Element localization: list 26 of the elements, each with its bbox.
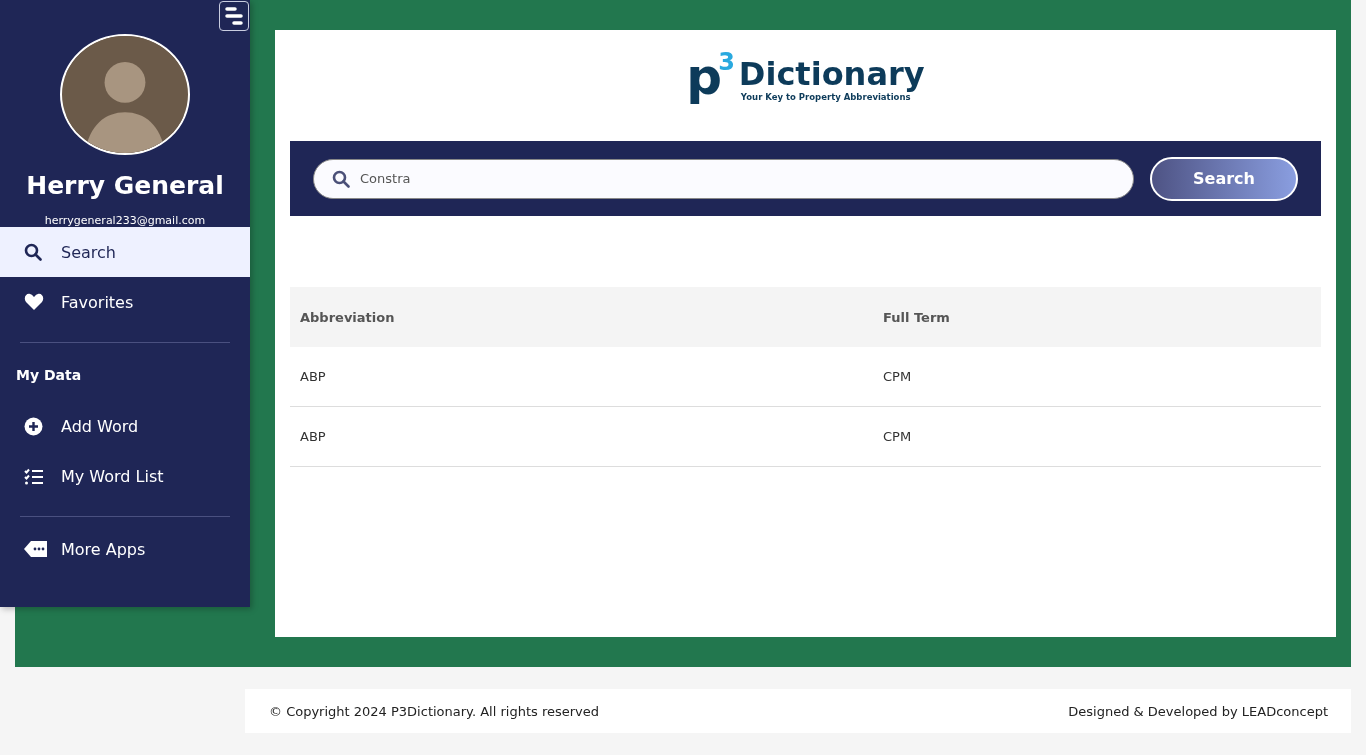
menu-icon bbox=[223, 5, 245, 27]
table-cell: CPM bbox=[873, 406, 1321, 467]
column-header: Full Term bbox=[873, 287, 1321, 347]
tag-icon bbox=[24, 540, 48, 558]
search-icon bbox=[332, 169, 350, 188]
sidebar-item[interactable]: Add Word bbox=[0, 401, 250, 451]
credit-text: Designed & Developed by LEADconcept bbox=[1068, 703, 1328, 719]
menu-toggle-button[interactable] bbox=[219, 1, 249, 31]
search-button[interactable]: Search bbox=[1150, 156, 1298, 201]
search-icon bbox=[24, 243, 42, 261]
user-email: herrygeneral233@gmail.com bbox=[44, 214, 206, 227]
copyright-text: © Copyright 2024 P3Dictionary. All rights reserved bbox=[269, 703, 599, 719]
heart-icon bbox=[24, 293, 44, 311]
sidebar-item[interactable]: Favorites bbox=[0, 277, 250, 327]
section-heading: My Data bbox=[15, 366, 83, 385]
sidebar-item[interactable]: Search bbox=[0, 227, 250, 277]
checklist-icon bbox=[24, 467, 44, 485]
sidebar-item[interactable]: More Apps bbox=[0, 524, 250, 574]
user-name: Herry General bbox=[26, 171, 224, 200]
plus-circle-icon bbox=[24, 416, 43, 436]
column-header: Abbreviation bbox=[290, 287, 873, 347]
sidebar-item[interactable]: My Word List bbox=[0, 451, 250, 501]
search-field[interactable]: Constra bbox=[313, 158, 1134, 199]
table-cell: ABP bbox=[290, 406, 873, 467]
table-cell: CPM bbox=[873, 347, 1321, 407]
table-cell: ABP bbox=[290, 347, 873, 407]
